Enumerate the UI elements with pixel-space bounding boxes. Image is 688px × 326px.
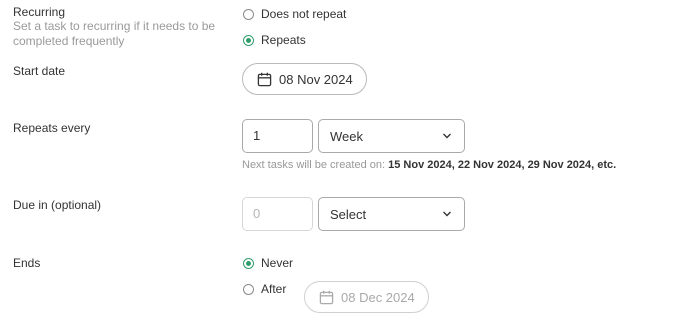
due-in-input[interactable]: 0 [242, 197, 313, 231]
next-tasks-dates: 15 Nov 2024, 22 Nov 2024, 29 Nov 2024, e… [388, 159, 617, 171]
next-tasks-note: Next tasks will be created on: 15 Nov 20… [242, 159, 616, 171]
chevron-down-icon [443, 133, 451, 139]
due-in-select-value: Select [330, 206, 367, 222]
radio-button-selected[interactable] [243, 34, 254, 46]
ends-label: Ends [13, 256, 41, 270]
radio-repeats[interactable]: Repeats [243, 33, 306, 47]
start-date-picker[interactable]: 08 Nov 2024 [242, 63, 367, 95]
start-date-label: Start date [13, 64, 66, 78]
repeat-unit-value: Week [330, 128, 363, 144]
calendar-icon [257, 72, 272, 86]
due-in-select[interactable]: Select [318, 197, 465, 231]
recurring-description: Set a task to recurring if it needs to b… [13, 19, 216, 48]
repeat-unit-select[interactable]: Week [318, 119, 465, 153]
recurring-label: Recurring [13, 5, 66, 19]
radio-button-selected[interactable] [243, 257, 254, 269]
chevron-down-icon [443, 211, 451, 217]
repeat-count-input[interactable]: 1 [242, 119, 313, 153]
next-tasks-prefix: Next tasks will be created on: [242, 159, 386, 171]
radio-label: Does not repeat [261, 7, 347, 21]
calendar-icon [319, 290, 334, 304]
due-in-label: Due in (optional) [13, 198, 102, 212]
radio-label: After [261, 282, 287, 296]
radio-label: Never [261, 256, 294, 270]
end-date-value: 08 Dec 2024 [341, 289, 415, 305]
radio-never[interactable]: Never [243, 256, 293, 270]
start-date-value: 08 Nov 2024 [279, 71, 353, 87]
radio-after[interactable]: After [243, 282, 286, 296]
radio-button[interactable] [243, 283, 254, 295]
radio-label: Repeats [261, 33, 306, 47]
end-date-picker[interactable]: 08 Dec 2024 [304, 281, 429, 313]
radio-does-not-repeat[interactable]: Does not repeat [243, 7, 346, 21]
radio-button[interactable] [243, 8, 254, 20]
repeats-every-label: Repeats every [13, 121, 91, 135]
